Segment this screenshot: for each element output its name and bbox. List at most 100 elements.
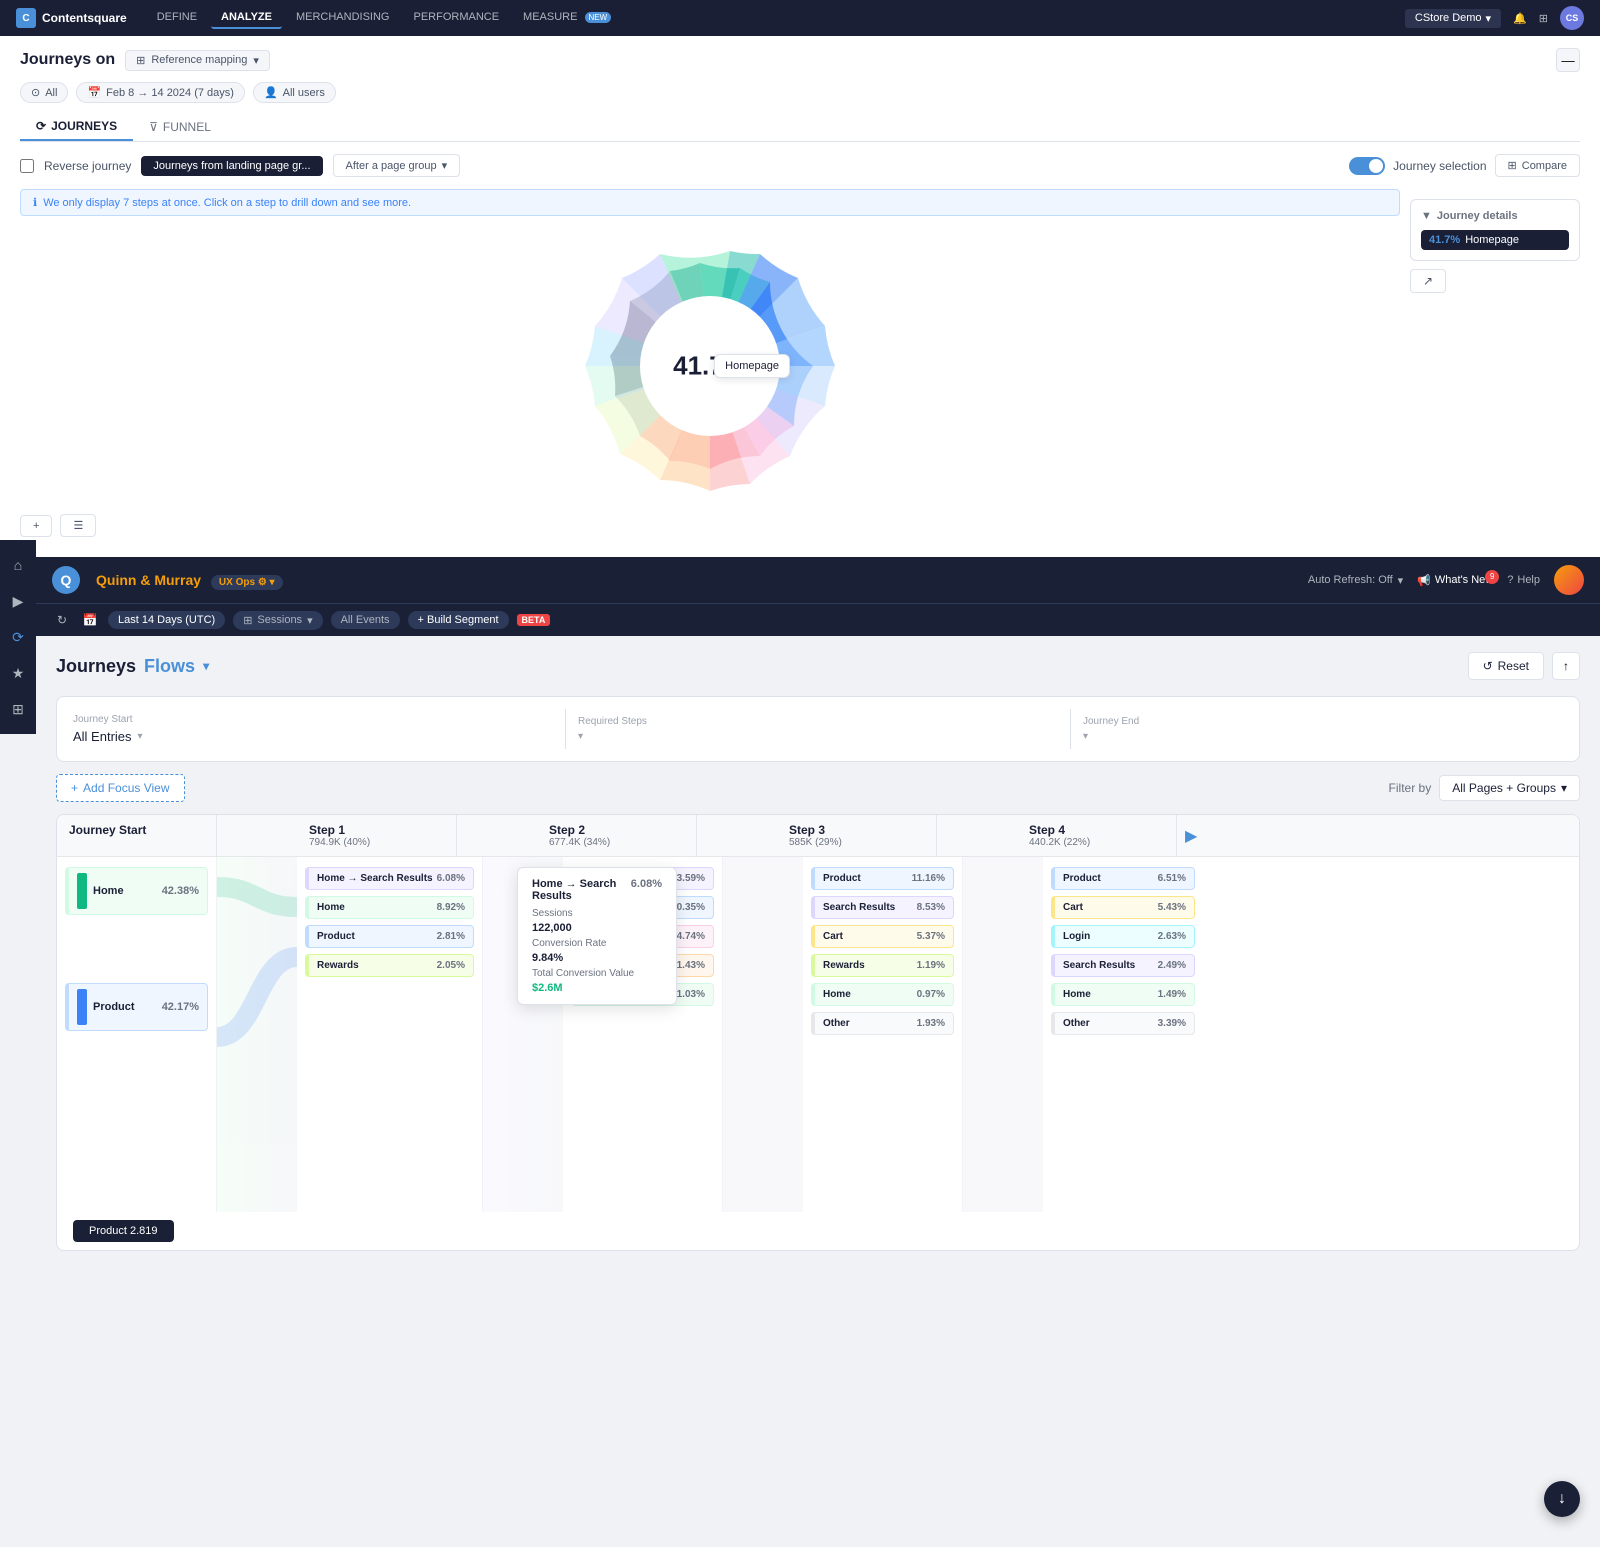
node-product-start[interactable]: Product 42.17% [65, 983, 208, 1031]
add-icon-button[interactable]: + [20, 515, 52, 537]
sessions-filter-pill[interactable]: ⊞ Sessions ▾ [233, 611, 322, 630]
node-rewards-step3[interactable]: Rewards 1.19% [811, 954, 954, 977]
help-button[interactable]: ? Help [1507, 574, 1540, 586]
flows-chevron-icon[interactable]: ▾ [203, 659, 209, 673]
nav-merchandising[interactable]: MERCHANDISING [286, 7, 400, 29]
col-header-step4: Step 4 440.2K (22%) [1017, 815, 1177, 856]
scroll-down-button[interactable]: ↓ [1544, 1481, 1580, 1517]
flow-svg-1 [217, 857, 297, 1207]
journey-label: Homepage [1465, 234, 1519, 246]
sidebar-icon-journeys[interactable]: ⟳ [7, 626, 29, 648]
node-cart-step4[interactable]: Cart 5.43% [1051, 896, 1195, 919]
node-product-step3[interactable]: Product 11.16% [811, 867, 954, 890]
users-icon: 👤 [264, 86, 278, 99]
build-segment-button[interactable]: + Build Segment [408, 611, 509, 629]
sunburst-chart[interactable]: 41.7% Homepage [570, 226, 850, 506]
nav-measure[interactable]: MEASURE NEW [513, 7, 621, 29]
share-button[interactable]: ↑ [1552, 652, 1580, 680]
connector-4 [963, 857, 1043, 1212]
page-title: Journeys on [20, 51, 115, 69]
node-search-step4[interactable]: Search Results 2.49% [1051, 954, 1195, 977]
reference-mapping-button[interactable]: ⊞ Reference mapping ▾ [125, 50, 270, 71]
required-steps-filter[interactable]: Required Steps ▾ [578, 716, 1058, 742]
refresh-button[interactable]: ↻ [52, 610, 72, 630]
journey-end-filter[interactable]: Journey End ▾ [1083, 716, 1563, 742]
date-filter-chip[interactable]: 📅 Feb 8 → 14 2024 (7 days) [76, 82, 245, 103]
journey-details-title: ▼ Journey details [1421, 210, 1569, 222]
next-step-arrow[interactable]: ▶ [1177, 815, 1205, 856]
calendar-icon: 📅 [87, 86, 101, 99]
journey-details-panel: ▼ Journey details 41.7% Homepage [1410, 199, 1580, 261]
qm-header-right: Auto Refresh: Off ▾ 📢 What's New 9 ? Hel… [1308, 565, 1584, 595]
flow-column-headers: Journey Start Step 1 794.9K (40%) Step 2… [57, 815, 1579, 857]
demo-button[interactable]: CStore Demo ▾ [1405, 9, 1501, 28]
question-icon: ? [1507, 574, 1513, 586]
reverse-journey-label: Reverse journey [44, 159, 131, 173]
grid-icon[interactable]: ⊞ [1539, 12, 1548, 25]
info-bar: ℹ We only display 7 steps at once. Click… [20, 189, 1400, 216]
all-filter-chip[interactable]: ⊙ All [20, 82, 68, 103]
node-home-start[interactable]: Home 42.38% [65, 867, 208, 915]
cs-avatar: CS [1560, 6, 1584, 30]
share-icon: ↑ [1563, 659, 1569, 673]
whats-new-button[interactable]: 📢 What's New 9 [1417, 574, 1493, 587]
reverse-journey-checkbox[interactable] [20, 159, 34, 173]
add-focus-view-button[interactable]: + Add Focus View [56, 774, 185, 802]
users-filter-chip[interactable]: 👤 All users [253, 82, 336, 103]
collapse-button[interactable]: — [1556, 48, 1580, 72]
node-product-step4[interactable]: Product 6.51% [1051, 867, 1195, 890]
megaphone-icon: 📢 [1417, 574, 1431, 587]
qm-user-avatar[interactable] [1554, 565, 1584, 595]
calendar-button[interactable]: 📅 [80, 610, 100, 630]
from-landing-page-button[interactable]: Journeys from landing page gr... [141, 156, 322, 176]
ux-ops-badge[interactable]: UX Ops ⚙ ▾ [211, 575, 283, 590]
tab-journeys[interactable]: ⟳ JOURNEYS [20, 113, 133, 141]
journey-selection-label: Journey selection [1393, 159, 1486, 173]
bottom-bar: + ☰ [20, 506, 1400, 545]
after-page-group-button[interactable]: After a page group ▾ [333, 154, 461, 177]
filter-divider [565, 709, 566, 749]
tab-funnel[interactable]: ⊽ FUNNEL [133, 113, 227, 141]
node-product-step1[interactable]: Product 2.81% [305, 925, 474, 948]
nav-define[interactable]: DEFINE [147, 7, 207, 29]
all-pages-groups-button[interactable]: All Pages + Groups ▾ [1439, 775, 1580, 801]
node-cart-step3[interactable]: Cart 5.37% [811, 925, 954, 948]
step1-column: Home → Search Results 6.08% Home 8.92% P… [297, 857, 483, 1212]
action-row: + Add Focus View Filter by All Pages + G… [56, 774, 1580, 802]
bell-icon[interactable]: 🔔 [1513, 12, 1527, 25]
flows-label[interactable]: Flows [144, 656, 195, 677]
qm-logo-icon: Q [52, 566, 80, 594]
node-home-step1[interactable]: Home 8.92% [305, 896, 474, 919]
node-search-step3[interactable]: Search Results 8.53% [811, 896, 954, 919]
node-home-step4[interactable]: Home 1.49% [1051, 983, 1195, 1006]
cs-logo: C Contentsquare [16, 8, 127, 28]
journey-details-item[interactable]: 41.7% Homepage [1421, 230, 1569, 250]
cs-logo-icon: C [16, 8, 36, 28]
date-range-pill[interactable]: Last 14 Days (UTC) [108, 611, 225, 629]
route-icon: ⟳ [36, 119, 46, 133]
node-login-step4[interactable]: Login 2.63% [1051, 925, 1195, 948]
expand-button[interactable]: ↗ [1410, 269, 1446, 293]
node-rewards-step1[interactable]: Rewards 2.05% [305, 954, 474, 977]
sidebar-icon-play[interactable]: ▶ [7, 590, 29, 612]
node-search-step1[interactable]: Home → Search Results 6.08% [305, 867, 474, 890]
auto-refresh[interactable]: Auto Refresh: Off ▾ [1308, 574, 1403, 587]
sidebar: ⌂ ▶ ⟳ ★ ⊞ [0, 540, 36, 734]
node-home-step3[interactable]: Home 0.97% [811, 983, 954, 1006]
all-events-pill[interactable]: All Events [331, 611, 400, 629]
journey-selection-toggle[interactable] [1349, 157, 1385, 175]
nav-performance[interactable]: PERFORMANCE [403, 7, 509, 29]
qm-header: Q Quinn & Murray UX Ops ⚙ ▾ Auto Refresh… [36, 557, 1600, 603]
sidebar-icon-star[interactable]: ★ [7, 662, 29, 684]
list-icon-button[interactable]: ☰ [60, 514, 96, 537]
sidebar-icon-home[interactable]: ⌂ [7, 554, 29, 576]
journey-start-filter[interactable]: Journey Start All Entries ▾ [73, 714, 553, 744]
node-other-step4[interactable]: Other 3.39% [1051, 1012, 1195, 1035]
compare-button[interactable]: ⊞ Compare [1495, 154, 1580, 177]
reset-button[interactable]: ↺ Reset [1468, 652, 1544, 680]
node-other-step3[interactable]: Other 1.93% [811, 1012, 954, 1035]
nav-analyze[interactable]: ANALYZE [211, 7, 282, 29]
filter-icon: ⊞ [243, 614, 252, 627]
sidebar-icon-grid[interactable]: ⊞ [7, 698, 29, 720]
cs-nav: DEFINE ANALYZE MERCHANDISING PERFORMANCE… [147, 7, 622, 29]
